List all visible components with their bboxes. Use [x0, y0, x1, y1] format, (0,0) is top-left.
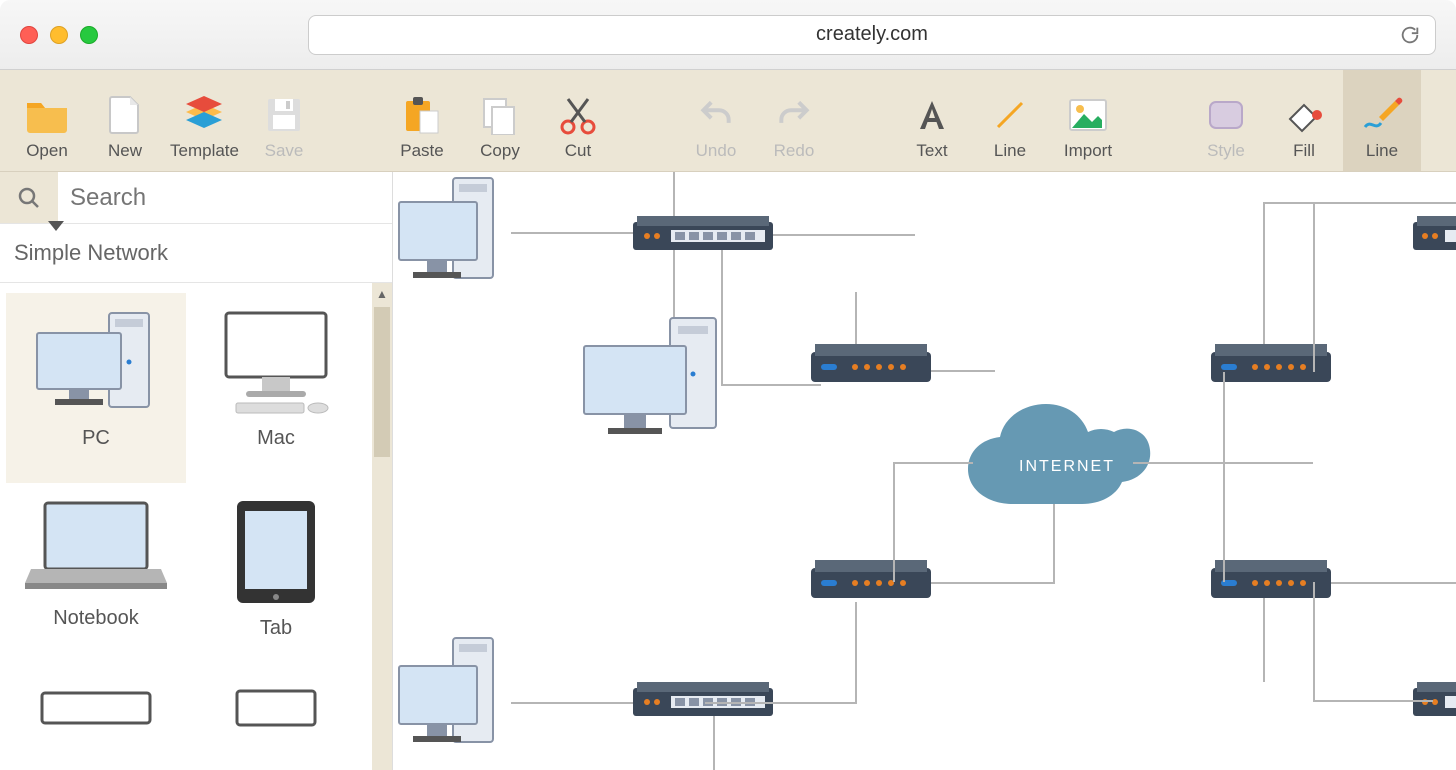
canvas-pc-2[interactable] [578, 312, 738, 452]
save-icon [262, 95, 306, 135]
folder-icon [25, 95, 69, 135]
canvas-switch-3[interactable] [1413, 682, 1456, 722]
paste-icon [400, 95, 444, 135]
toolbar: Open New Template Save Paste Copy [0, 70, 1456, 172]
canvas-switch-2[interactable] [1413, 216, 1456, 256]
save-button[interactable]: Save [245, 70, 323, 171]
shape-extra-2[interactable] [186, 673, 366, 760]
line-icon [988, 95, 1032, 135]
scroll-up-icon[interactable]: ▲ [372, 283, 392, 305]
shape-library: PC Mac [0, 283, 392, 770]
minimize-window-button[interactable] [50, 26, 68, 44]
search-icon[interactable] [0, 172, 58, 223]
template-button[interactable]: Template [164, 70, 245, 171]
pc-icon [31, 307, 161, 417]
library-title: Simple Network [0, 224, 392, 283]
canvas-pc-1[interactable] [393, 172, 523, 302]
import-icon [1066, 95, 1110, 135]
style-button[interactable]: Style [1187, 70, 1265, 171]
import-button[interactable]: Import [1049, 70, 1127, 171]
template-icon [182, 95, 226, 135]
sidebar: Simple Network PC [0, 172, 393, 770]
copy-button[interactable]: Copy [461, 70, 539, 171]
canvas-router-3[interactable] [811, 560, 931, 604]
canvas-cloud-internet[interactable]: INTERNET [963, 404, 1153, 524]
line-style-button[interactable]: Line [1343, 70, 1421, 171]
browser-chrome: creately.com [0, 0, 1456, 70]
search-row [0, 172, 392, 224]
maximize-window-button[interactable] [80, 26, 98, 44]
open-button[interactable]: Open [8, 70, 86, 171]
redo-button[interactable]: Redo [755, 70, 833, 171]
tablet-icon [231, 497, 321, 607]
undo-icon [694, 95, 738, 135]
paste-button[interactable]: Paste [383, 70, 461, 171]
shape-tab[interactable]: Tab [186, 483, 366, 673]
text-icon [910, 95, 954, 135]
dropdown-indicator-icon[interactable] [48, 221, 64, 231]
redo-icon [772, 95, 816, 135]
mac-icon [206, 307, 346, 417]
copy-icon [478, 95, 522, 135]
cut-icon [556, 95, 600, 135]
text-tool-button[interactable]: Text [893, 70, 971, 171]
window-controls [20, 26, 98, 44]
canvas-switch-1[interactable] [633, 216, 773, 256]
scroll-thumb[interactable] [374, 307, 390, 457]
shape-pc[interactable]: PC [6, 293, 186, 483]
style-icon [1204, 95, 1248, 135]
address-bar[interactable]: creately.com [308, 15, 1436, 55]
sidebar-scrollbar[interactable]: ▲ [372, 283, 392, 770]
cut-button[interactable]: Cut [539, 70, 617, 171]
close-window-button[interactable] [20, 26, 38, 44]
new-button[interactable]: New [86, 70, 164, 171]
fill-icon [1282, 95, 1326, 135]
notebook-icon [21, 497, 171, 597]
app-body: Simple Network PC [0, 172, 1456, 770]
shape-mac[interactable]: Mac [186, 293, 366, 483]
line-tool-button[interactable]: Line [971, 70, 1049, 171]
diagram-canvas[interactable]: INTERNET [393, 172, 1456, 770]
undo-button[interactable]: Undo [677, 70, 755, 171]
shape-extra-1[interactable] [6, 673, 186, 760]
search-input[interactable] [58, 172, 392, 223]
pencil-icon [1360, 95, 1404, 135]
address-url: creately.com [816, 23, 928, 46]
canvas-pc-3[interactable] [393, 632, 523, 770]
fill-button[interactable]: Fill [1265, 70, 1343, 171]
canvas-router-1[interactable] [811, 344, 931, 388]
cloud-label: INTERNET [1019, 458, 1115, 476]
shape-notebook[interactable]: Notebook [6, 483, 186, 673]
reload-icon[interactable] [1399, 24, 1421, 46]
new-file-icon [103, 95, 147, 135]
